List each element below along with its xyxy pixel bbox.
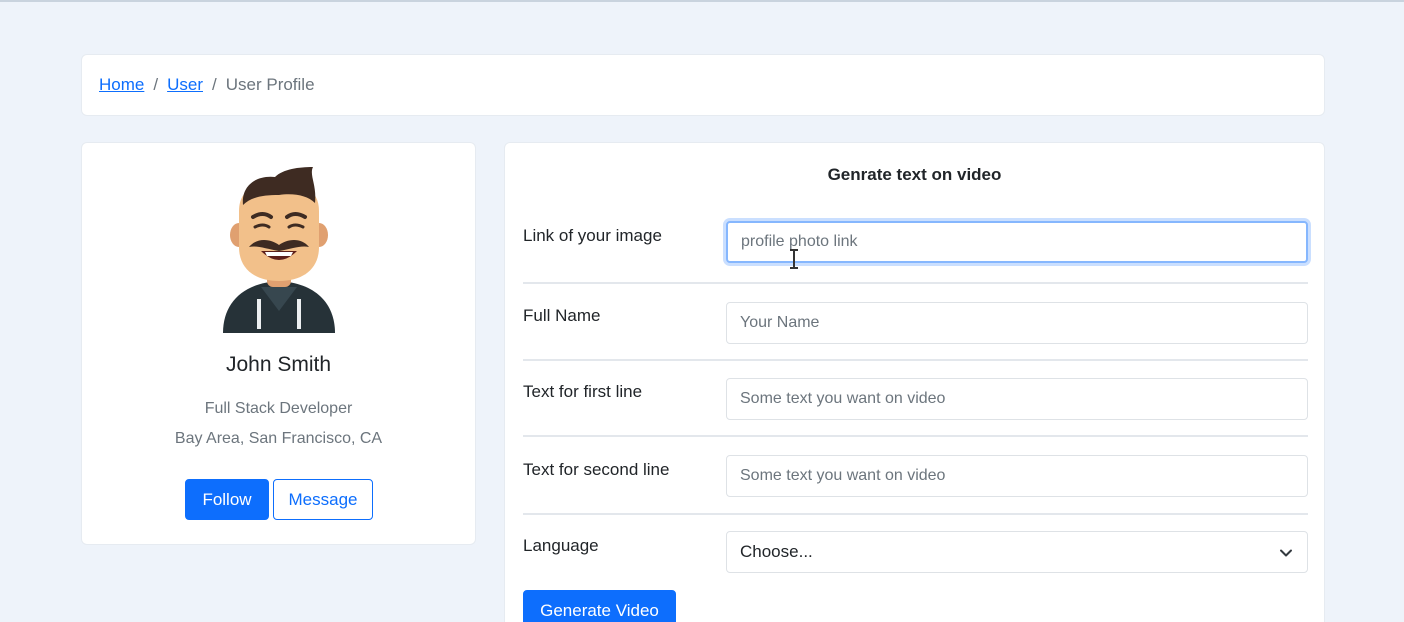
generate-video-form: Genrate text on video Link of your image… [504, 142, 1325, 622]
full-name-input[interactable] [726, 302, 1308, 344]
message-button[interactable]: Message [273, 479, 373, 520]
breadcrumb-separator: / [153, 75, 159, 94]
second-line-label: Text for second line [523, 460, 670, 479]
image-link-label: Link of your image [523, 226, 662, 245]
form-title: Genrate text on video [827, 165, 1002, 184]
breadcrumb-home-link[interactable]: Home [99, 75, 144, 95]
full-name-label: Full Name [523, 306, 601, 325]
cartoon-avatar-icon [223, 167, 335, 333]
divider [523, 435, 1308, 437]
first-line-input[interactable] [726, 378, 1308, 420]
second-line-input[interactable] [726, 455, 1308, 497]
divider [523, 513, 1308, 515]
language-selected-value: Choose... [740, 542, 813, 561]
breadcrumb: Home / User / User Profile [81, 54, 1325, 116]
text-cursor-icon [790, 249, 798, 269]
profile-name: John Smith [225, 353, 332, 376]
language-label: Language [523, 536, 599, 555]
breadcrumb-user-link[interactable]: User [167, 75, 203, 95]
divider [523, 282, 1308, 284]
generate-video-button[interactable]: Generate Video [523, 590, 676, 622]
breadcrumb-current: User Profile [225, 75, 315, 94]
image-link-input[interactable] [726, 221, 1308, 263]
divider [523, 359, 1308, 361]
page: Home / User / User Profile John Smith Fu… [0, 0, 1404, 622]
language-select[interactable]: Choose... [726, 531, 1308, 573]
breadcrumb-separator: / [212, 75, 217, 94]
profile-card: John Smith Full Stack Developer Bay Area… [81, 142, 476, 545]
first-line-label: Text for first line [523, 382, 643, 401]
top-border [0, 0, 1404, 2]
profile-location: Bay Area, San Francisco, CA [174, 430, 383, 447]
follow-button[interactable]: Follow [185, 479, 269, 520]
profile-role: Full Stack Developer [204, 400, 353, 417]
chevron-down-icon [1280, 549, 1292, 557]
